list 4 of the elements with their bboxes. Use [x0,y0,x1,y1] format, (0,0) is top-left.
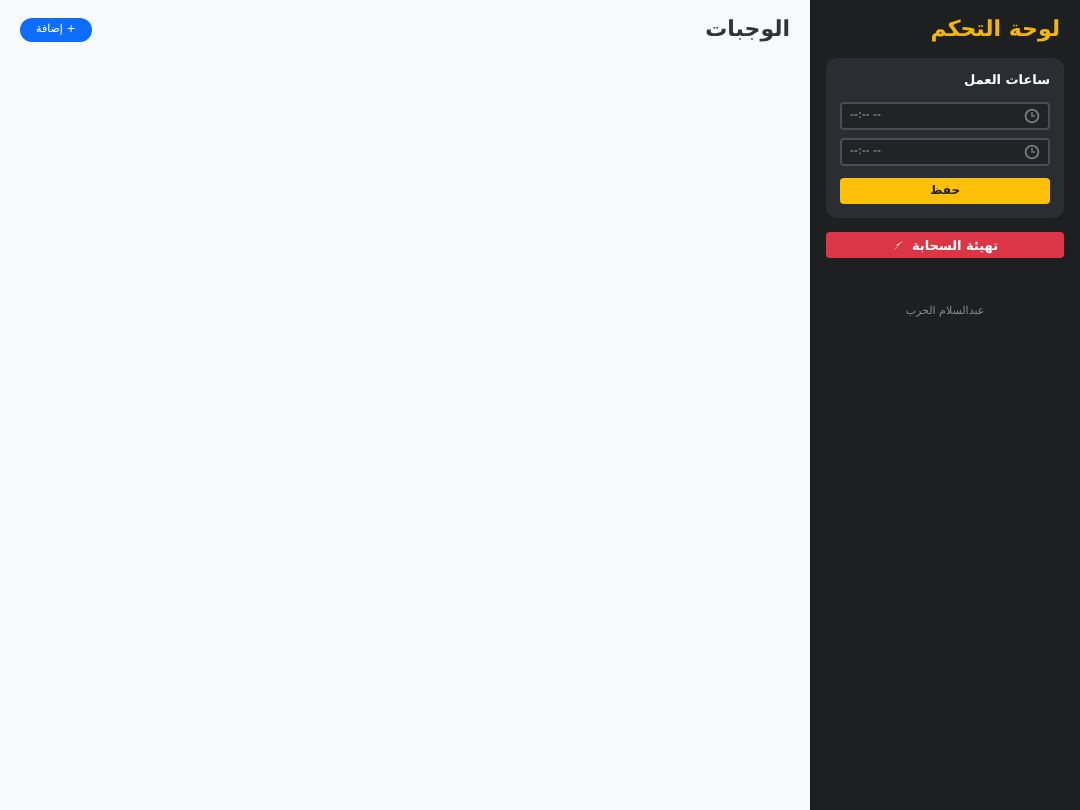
page-title: الوجبات [705,16,790,42]
clock-icon [1024,144,1040,160]
sidebar-title: لوحة التحكم [928,16,1062,42]
clock-icon [1024,108,1040,124]
